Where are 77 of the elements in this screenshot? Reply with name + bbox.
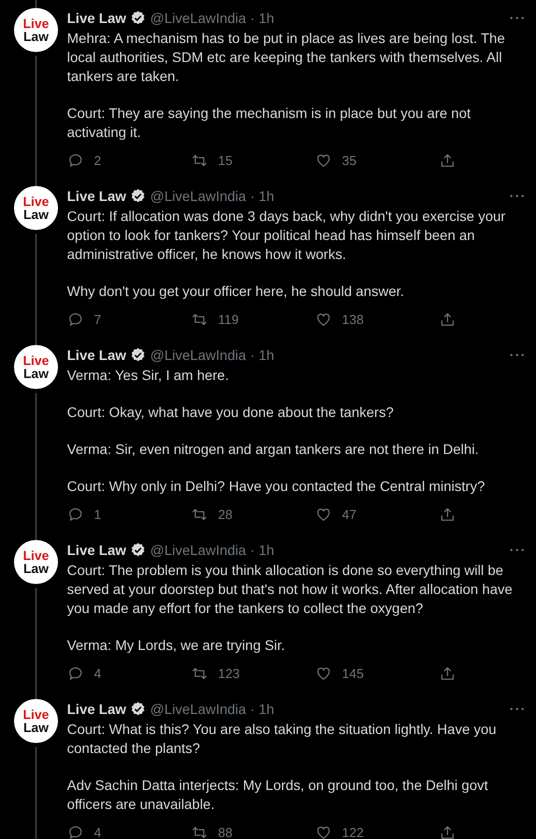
logo-text: Law xyxy=(23,562,49,575)
avatar[interactable]: Live Law xyxy=(14,8,58,52)
user-handle[interactable]: @LiveLawIndia xyxy=(150,701,246,717)
reply-icon xyxy=(67,824,84,839)
verified-icon xyxy=(130,188,146,204)
timestamp[interactable]: · 1h xyxy=(250,188,274,204)
timestamp[interactable]: · 1h xyxy=(250,542,274,558)
retweet-button[interactable]: 88 xyxy=(191,824,315,839)
like-button[interactable]: 35 xyxy=(315,152,439,168)
user-handle[interactable]: @LiveLawIndia xyxy=(150,347,246,363)
tweet-text: Verma: Sir, even nitrogen and argan tankers are not there in Delhi. xyxy=(67,440,480,459)
retweet-button[interactable]: 123 xyxy=(191,664,315,682)
retweet-button[interactable]: 119 xyxy=(191,310,315,328)
heart-icon xyxy=(315,152,332,168)
author-name[interactable]: Live Law xyxy=(67,188,126,204)
tweet-text: Why don't you get your officer here, he should answer. xyxy=(67,282,406,301)
reply-button[interactable]: 7 xyxy=(67,310,191,328)
retweet-button[interactable]: 28 xyxy=(191,506,315,522)
logo-text: Live xyxy=(22,708,49,721)
verified-icon xyxy=(130,10,146,26)
logo-text: Live xyxy=(22,195,49,208)
like-button[interactable]: 138 xyxy=(315,310,439,328)
logo-text: Law xyxy=(23,30,49,43)
tweet-text: Verma: My Lords, we are trying Sir. xyxy=(67,636,286,655)
reply-icon xyxy=(67,506,84,522)
retweet-button[interactable]: 15 xyxy=(191,152,315,168)
reply-icon xyxy=(67,310,84,328)
verified-icon xyxy=(130,701,146,717)
heart-icon xyxy=(315,506,332,522)
logo-text: Law xyxy=(23,367,49,380)
avatar[interactable]: Live Law xyxy=(14,345,58,389)
tweet-text: Court: If allocation was done 3 days back, why didn't you exercise your option to look for tankers? Your political head has himself been an administrative officer, he knows how it works. xyxy=(67,207,506,264)
like-button[interactable]: 145 xyxy=(315,664,439,682)
reply-icon xyxy=(67,664,84,682)
logo-text: Live xyxy=(22,17,49,30)
reply-button[interactable]: 4 xyxy=(67,664,191,682)
author-name[interactable]: Live Law xyxy=(67,10,126,26)
verified-icon xyxy=(130,542,146,558)
share-icon[interactable] xyxy=(439,152,456,168)
author-name[interactable]: Live Law xyxy=(67,701,126,717)
reply-button[interactable]: 4 xyxy=(67,824,191,839)
heart-icon xyxy=(315,664,332,682)
logo-text: Law xyxy=(23,721,49,734)
avatar[interactable]: Live Law xyxy=(14,186,58,230)
tweet-text: Mehra: A mechanism has to be put in place as lives are being lost. The local authorities, SDM etc are keeping the tankers with themselves. All tankers are taken. xyxy=(67,29,506,86)
timestamp[interactable]: · 1h xyxy=(250,347,274,363)
reply-button[interactable]: 1 xyxy=(67,506,191,522)
author-name[interactable]: Live Law xyxy=(67,542,126,558)
share-icon[interactable] xyxy=(439,310,456,328)
tweet-text: Verma: Yes Sir, I am here. xyxy=(67,366,230,385)
heart-icon xyxy=(315,824,332,839)
avatar[interactable]: Live Law xyxy=(14,699,58,743)
tweet-text: Court: They are saying the mechanism is in place but you are not activating it. xyxy=(67,104,472,142)
author-name[interactable]: Live Law xyxy=(67,347,126,363)
user-handle[interactable]: @LiveLawIndia xyxy=(150,10,246,26)
like-button[interactable]: 122 xyxy=(315,824,439,839)
tweet-text: Court: Okay, what have you done about the tankers? xyxy=(67,403,395,422)
avatar[interactable]: Live Law xyxy=(14,540,58,584)
user-handle[interactable]: @LiveLawIndia xyxy=(150,188,246,204)
reply-button[interactable]: 2 xyxy=(67,152,191,168)
timestamp[interactable]: · 1h xyxy=(250,701,274,717)
logo-text: Live xyxy=(22,354,49,367)
tweet-text: Court: The problem is you think allocation is done so everything will be served at your doorstep but that's not how it works. After allocation have you made any effort for the tankers to collect the oxygen? xyxy=(67,561,514,618)
tweet-text: Adv Sachin Datta interjects: My Lords, on ground too, the Delhi govt officers are unavailable. xyxy=(67,776,490,814)
tweet-text: Court: Why only in Delhi? Have you contacted the Central ministry? xyxy=(67,477,486,496)
tweet-text: Court: What is this? You are also taking the situation lightly. Have you contacted the plants? xyxy=(67,720,498,758)
share-icon[interactable] xyxy=(439,664,456,682)
verified-icon xyxy=(130,347,146,363)
like-button[interactable]: 47 xyxy=(315,506,439,522)
logo-text: Law xyxy=(23,208,49,221)
heart-icon xyxy=(315,310,332,328)
user-handle[interactable]: @LiveLawIndia xyxy=(150,542,246,558)
timestamp[interactable]: · 1h xyxy=(250,10,274,26)
share-icon[interactable] xyxy=(439,506,456,522)
reply-icon xyxy=(67,152,84,168)
share-icon[interactable] xyxy=(439,824,456,839)
logo-text: Live xyxy=(22,549,49,562)
